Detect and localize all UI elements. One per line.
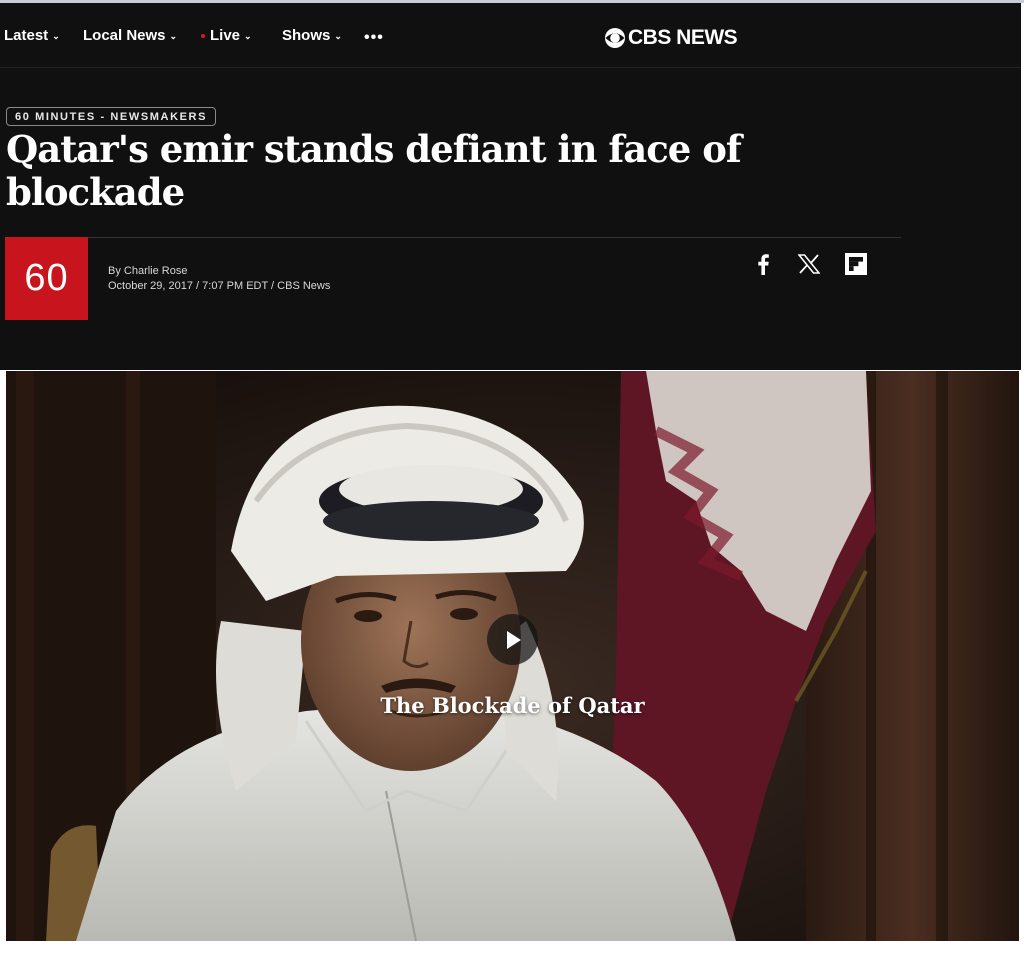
nav-item-live[interactable]: Live ⌄ [201, 27, 252, 44]
nav-item-label: Latest [4, 27, 49, 44]
dateline: October 29, 2017 / 7:07 PM EDT / CBS New… [108, 280, 331, 292]
flipboard-icon[interactable] [844, 252, 868, 276]
play-button[interactable] [487, 614, 538, 665]
nav-item-label: Local News [83, 27, 166, 44]
chevron-down-icon: ⌄ [169, 31, 178, 41]
nav-item-local-news[interactable]: Local News ⌄ [83, 27, 177, 44]
author: By Charlie Rose [108, 265, 188, 277]
live-indicator-icon [201, 33, 205, 38]
chevron-down-icon: ⌄ [52, 31, 60, 41]
facebook-icon[interactable] [751, 252, 775, 276]
header-divider [6, 237, 901, 238]
flipboard-glyph [845, 253, 867, 275]
brand-name: CBS NEWS [628, 26, 738, 49]
page: Latest ⌄ Local News ⌄ Live ⌄ Shows ⌄ •••… [0, 0, 1024, 959]
video-title: The Blockade of Qatar [380, 693, 645, 718]
article-kicker[interactable]: 60 MINUTES - NEWSMAKERS [6, 107, 217, 126]
play-icon [506, 630, 521, 649]
60-minutes-logo[interactable]: 60 [5, 237, 88, 320]
nav-item-shows[interactable]: Shows ⌄ [282, 27, 342, 44]
video-player[interactable]: The Blockade of Qatar [6, 371, 1019, 941]
facebook-glyph [758, 254, 769, 275]
below-video-space [0, 941, 1024, 959]
cbs-eye-icon [605, 28, 625, 48]
x-glyph [798, 254, 820, 274]
article-headline: Qatar's emir stands defiant in face of b… [6, 127, 742, 214]
show-logo-text: 60 [24, 257, 69, 299]
nav-item-latest[interactable]: Latest ⌄ [4, 27, 60, 44]
nav-item-label: Shows [282, 27, 331, 44]
byline: By Charlie Rose October 29, 2017 / 7:07 … [108, 264, 330, 294]
cbs-news-logo[interactable]: CBS NEWS [604, 26, 738, 49]
nav-divider [0, 67, 1021, 68]
chevron-down-icon: ⌄ [244, 31, 252, 41]
top-navigation: Latest ⌄ Local News ⌄ Live ⌄ Shows ⌄ •••… [0, 3, 1021, 67]
chevron-down-icon: ⌄ [334, 31, 342, 41]
nav-item-label: Live [210, 27, 241, 44]
ellipsis-icon[interactable]: ••• [364, 29, 384, 47]
x-icon[interactable] [797, 252, 821, 276]
